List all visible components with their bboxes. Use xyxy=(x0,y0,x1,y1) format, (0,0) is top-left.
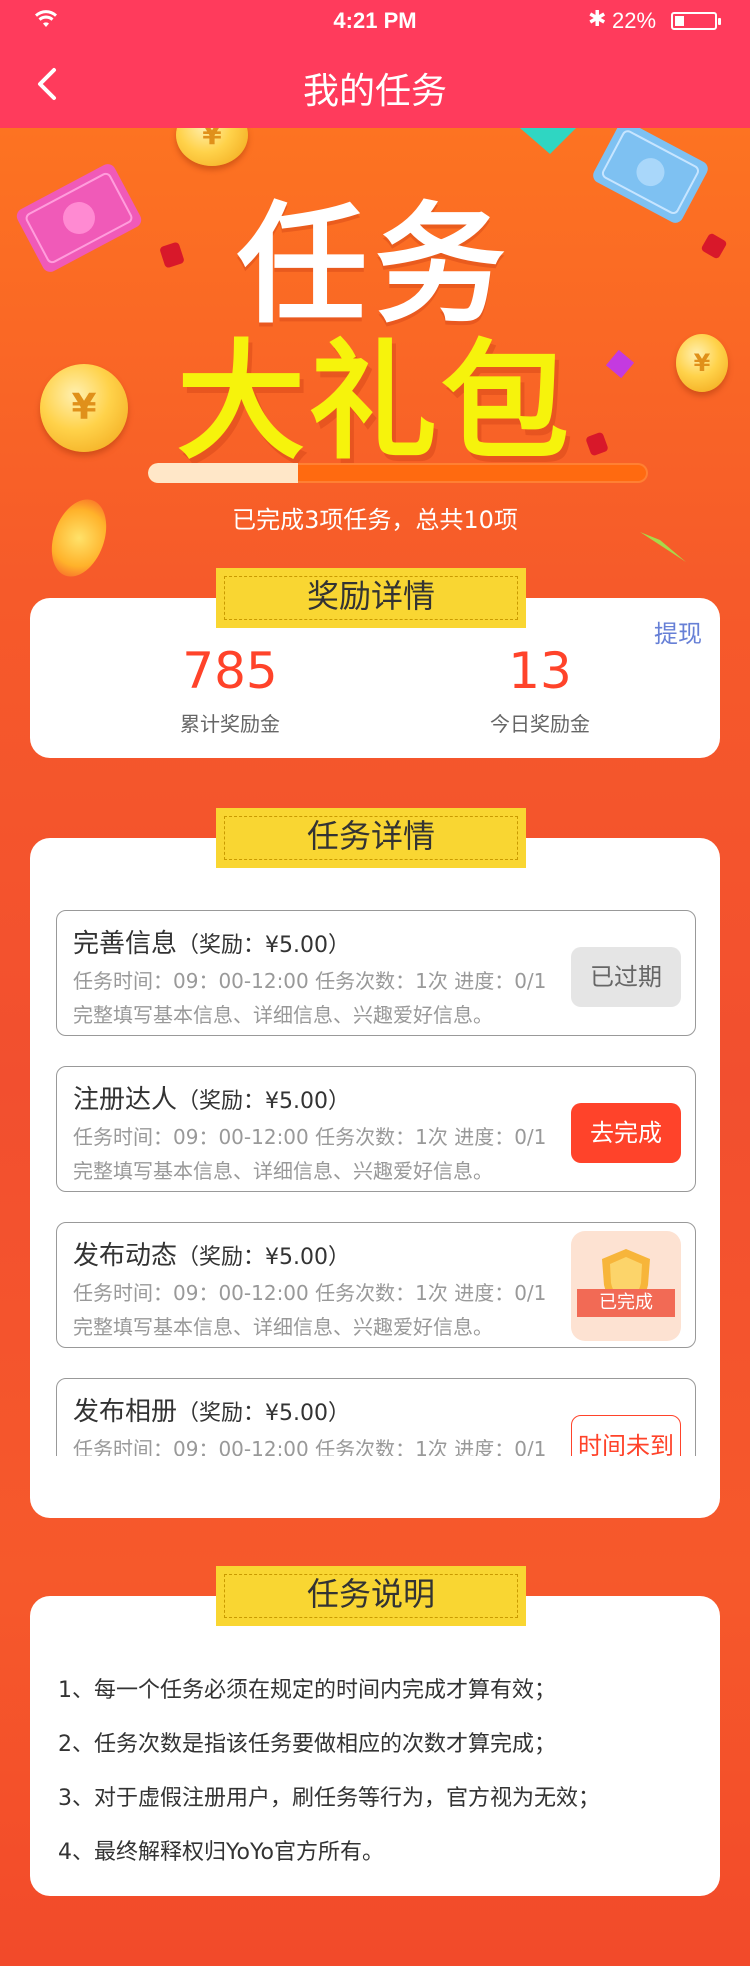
task-section-title: 任务详情 xyxy=(216,808,526,868)
task-completed-badge: 已完成 xyxy=(571,1231,681,1341)
task-meta: 任务时间：09：00-12:00 任务次数：1次 进度：0/1 xyxy=(73,969,547,993)
task-reward: （奖励：¥5.00） xyxy=(177,1245,350,1270)
task-expired-button: 已过期 xyxy=(571,947,681,1007)
task-not-started-button: 时间未到 xyxy=(571,1415,681,1456)
task-meta: 任务时间：09：00-12:00 任务次数：1次 进度：0/1 xyxy=(73,1125,547,1149)
task-progress-text: 已完成3项任务，总共10项 xyxy=(232,506,518,534)
task-reward: （奖励：¥5.00） xyxy=(177,1401,350,1426)
bluetooth-icon: ✱ xyxy=(588,6,607,31)
rule-item: 2、任务次数是指该任务要做相应的次数才算完成； xyxy=(58,1732,556,1757)
task-item: 完善信息（奖励：¥5.00） 任务时间：09：00-12:00 任务次数：1次 … xyxy=(56,910,696,1036)
rule-item: 1、每一个任务必须在规定的时间内完成才算有效； xyxy=(58,1678,556,1703)
rule-item: 4、最终解释权归YoYo官方所有。 xyxy=(58,1840,384,1865)
task-title: 发布动态 xyxy=(73,1241,178,1271)
rules-list: 1、每一个任务必须在规定的时间内完成才算有效； 2、任务次数是指该任务要做相应的… xyxy=(58,1664,698,1880)
task-title: 完善信息 xyxy=(73,929,178,959)
today-reward: 13 今日奖励金 xyxy=(460,642,620,737)
battery-percent: 22% xyxy=(612,8,657,33)
task-desc: 完整填写基本信息、详细信息、兴趣爱好信息。 xyxy=(73,1003,493,1027)
task-title: 注册达人 xyxy=(73,1085,178,1115)
task-name: 完善信息（奖励：¥5.00） xyxy=(73,923,350,960)
task-completed-label: 已完成 xyxy=(577,1289,675,1317)
task-desc: 完整填写基本信息、详细信息、兴趣爱好信息。 xyxy=(73,1159,493,1183)
reward-section-title: 奖励详情 xyxy=(216,568,526,628)
battery-icon xyxy=(671,12,721,30)
battery-fill xyxy=(675,16,684,26)
total-reward-amount: 785 xyxy=(182,642,278,700)
task-name: 发布动态（奖励：¥5.00） xyxy=(73,1235,350,1272)
confetti-green-icon xyxy=(640,532,686,562)
task-progress-bar xyxy=(148,463,648,483)
task-meta: 任务时间：09：00-12:00 任务次数：1次 进度：0/1 xyxy=(73,1437,547,1456)
rules-card: 1、每一个任务必须在规定的时间内完成才算有效； 2、任务次数是指该任务要做相应的… xyxy=(30,1596,720,1896)
status-bar: 4:21 PM ✱ 22% xyxy=(0,0,750,40)
task-list[interactable]: 完善信息（奖励：¥5.00） 任务时间：09：00-12:00 任务次数：1次 … xyxy=(56,910,696,1456)
page-title: 我的任务 xyxy=(302,71,447,112)
rules-section-title: 任务说明 xyxy=(216,1566,526,1626)
withdraw-link[interactable]: 提现 xyxy=(654,614,702,649)
task-item: 发布动态（奖励：¥5.00） 任务时间：09：00-12:00 任务次数：1次 … xyxy=(56,1222,696,1348)
hero-banner: ¥ ¥ ¥ 任务 大礼包 已完成3项任务，总共10项 xyxy=(0,128,750,578)
task-progress-fill xyxy=(148,463,298,483)
task-go-complete-button[interactable]: 去完成 xyxy=(571,1103,681,1163)
task-title: 发布相册 xyxy=(73,1397,178,1427)
rule-item: 3、对于虚假注册用户，刷任务等行为，官方视为无效； xyxy=(58,1786,600,1811)
task-reward: （奖励：¥5.00） xyxy=(177,933,350,958)
today-reward-label: 今日奖励金 xyxy=(490,712,590,736)
today-reward-amount: 13 xyxy=(508,642,572,700)
task-reward: （奖励：¥5.00） xyxy=(177,1089,350,1114)
confetti-teal-icon xyxy=(520,128,576,154)
task-desc: 完整填写基本信息、详细信息、兴趣爱好信息。 xyxy=(73,1315,493,1339)
task-name: 注册达人（奖励：¥5.00） xyxy=(73,1079,350,1116)
nav-bar: 我的任务 xyxy=(0,40,750,128)
total-reward-label: 累计奖励金 xyxy=(180,712,280,736)
task-card: 完善信息（奖励：¥5.00） 任务时间：09：00-12:00 任务次数：1次 … xyxy=(30,838,720,1518)
task-name: 发布相册（奖励：¥5.00） xyxy=(73,1391,350,1428)
task-item: 发布相册（奖励：¥5.00） 任务时间：09：00-12:00 任务次数：1次 … xyxy=(56,1378,696,1456)
task-item: 注册达人（奖励：¥5.00） 任务时间：09：00-12:00 任务次数：1次 … xyxy=(56,1066,696,1192)
total-reward: 785 累计奖励金 xyxy=(150,642,310,737)
banner-title-line2: 大礼包 xyxy=(176,328,573,477)
task-meta: 任务时间：09：00-12:00 任务次数：1次 进度：0/1 xyxy=(73,1281,547,1305)
